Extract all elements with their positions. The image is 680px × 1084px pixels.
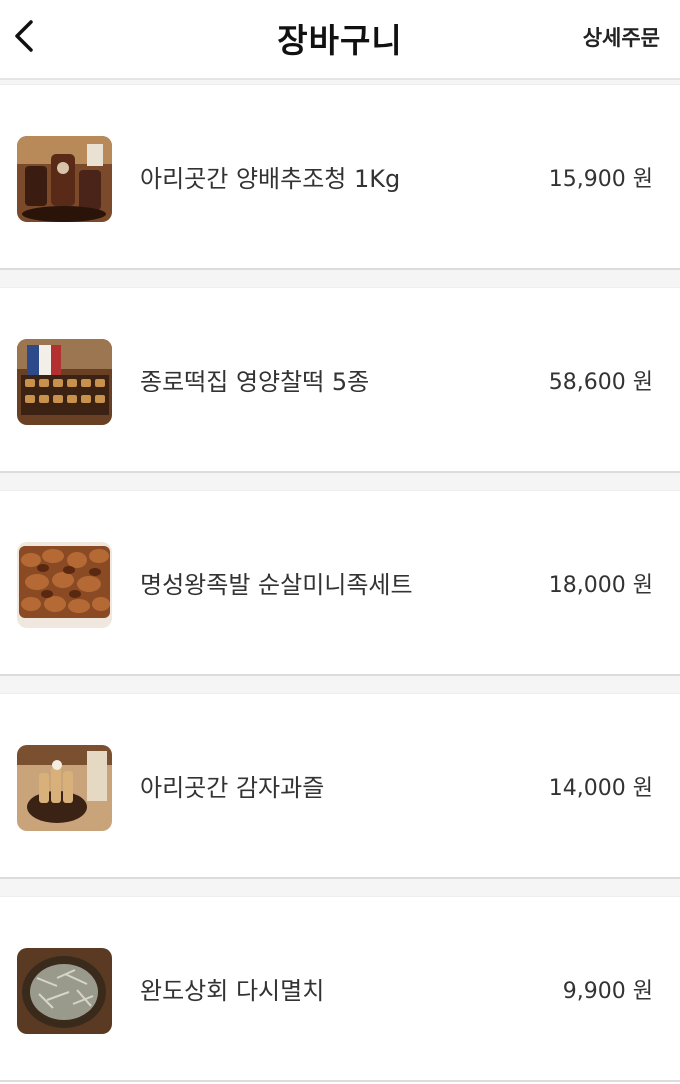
product-price: 14,000 원 — [548, 775, 653, 801]
product-name: 아리곳간 감자과즐 — [140, 774, 325, 802]
product-price: 58,600 원 — [548, 369, 653, 395]
page-title: 장바구니 — [277, 21, 403, 60]
product-price: 15,900 원 — [548, 166, 653, 192]
product-price: 9,900 원 — [562, 978, 653, 1004]
product-name: 명성왕족발 순살미니족세트 — [140, 571, 413, 599]
product-price: 18,000 원 — [548, 572, 653, 598]
product-image — [17, 745, 112, 831]
product-name: 완도상회 다시멸치 — [140, 977, 325, 1005]
cart-item[interactable]: 종로떡집 영양찰떡 5종 58,600 원 — [0, 287, 680, 473]
detail-order-button[interactable]: 상세주문 — [583, 22, 660, 52]
product-image — [17, 339, 112, 425]
cart-item[interactable]: 완도상회 다시멸치 9,900 원 — [0, 896, 680, 1082]
app-header: 장바구니 상세주문 — [0, 0, 680, 80]
cart-list: 아리곳간 양배추조청 1Kg 15,900 원 종로떡집 영양찰떡 5종 58,… — [0, 80, 680, 1082]
product-name: 종로떡집 영양찰떡 5종 — [140, 368, 370, 396]
cart-item[interactable]: 아리곳간 감자과즐 14,000 원 — [0, 693, 680, 879]
product-image — [17, 948, 112, 1034]
cart-item[interactable]: 아리곳간 양배추조청 1Kg 15,900 원 — [0, 84, 680, 270]
product-name: 아리곳간 양배추조청 1Kg — [140, 165, 401, 193]
cart-item[interactable]: 명성왕족발 순살미니족세트 18,000 원 — [0, 490, 680, 676]
product-image — [17, 542, 112, 628]
product-image — [17, 136, 112, 222]
